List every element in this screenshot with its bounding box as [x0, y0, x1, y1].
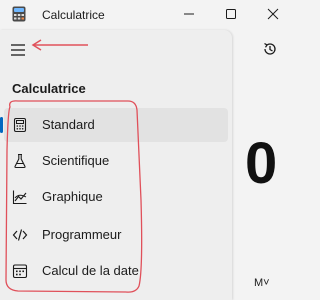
- window-title: Calculatrice: [42, 8, 105, 22]
- nav-item-label: Calcul de la date: [42, 263, 139, 278]
- selection-indicator: [0, 117, 3, 133]
- flask-icon: [12, 153, 28, 169]
- nav-item-label: Graphique: [42, 189, 103, 204]
- title-bar: Calculatrice: [0, 0, 290, 30]
- nav-item-label: Programmeur: [42, 227, 122, 242]
- memory-dropdown-button[interactable]: M˅: [254, 277, 270, 289]
- nav-item-graphique[interactable]: Graphique: [4, 180, 228, 214]
- nav-item-programmeur[interactable]: Programmeur: [4, 218, 228, 252]
- code-icon: [12, 227, 28, 243]
- navigation-pane: Calculatrice Standard Scientifique Graph…: [0, 30, 232, 300]
- history-icon[interactable]: [262, 41, 278, 57]
- calculator-icon: [12, 117, 28, 133]
- nav-item-scientifique[interactable]: Scientifique: [4, 144, 228, 178]
- nav-item-standard[interactable]: Standard: [0, 108, 228, 142]
- result-display: 0: [245, 131, 278, 196]
- close-icon[interactable]: [262, 4, 284, 24]
- nav-section-label: Calculatrice: [12, 81, 86, 96]
- maximize-icon[interactable]: [220, 4, 242, 24]
- calendar-icon: [12, 263, 28, 279]
- graph-icon: [12, 189, 28, 205]
- nav-item-calcul-de-la-date[interactable]: Calcul de la date: [4, 254, 228, 288]
- nav-item-label: Standard: [42, 117, 95, 132]
- calculator-app-icon: [12, 6, 26, 27]
- minimize-icon[interactable]: [178, 4, 200, 24]
- nav-item-label: Scientifique: [42, 153, 110, 168]
- hamburger-menu-icon[interactable]: [10, 43, 28, 57]
